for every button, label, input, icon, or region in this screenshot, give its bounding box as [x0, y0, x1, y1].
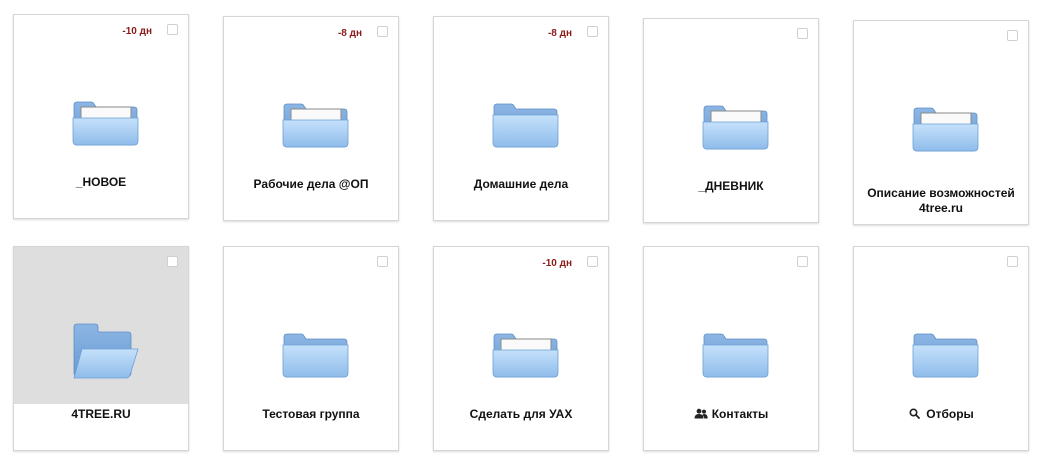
folder-title-text: _ДНЕВНИК — [698, 179, 764, 193]
folder-card[interactable]: Описание возможностей 4tree.ru — [853, 20, 1029, 225]
contacts-icon — [694, 408, 708, 419]
folder-card[interactable]: 4TREE.RU — [13, 246, 189, 451]
select-checkbox[interactable] — [1007, 256, 1018, 267]
folder-card[interactable]: -8 дн Домашние дела — [433, 16, 609, 221]
folder-title: Тестовая группа — [230, 407, 392, 422]
folder-with-paper-icon — [282, 89, 350, 149]
folder-with-paper-icon — [72, 87, 140, 147]
folder-with-paper-icon — [912, 93, 980, 153]
due-days-badge: -8 дн — [547, 28, 572, 39]
due-days-badge: -10 дн — [122, 26, 152, 37]
folder-title-text: Сделать для УАХ — [469, 407, 573, 421]
select-checkbox[interactable] — [797, 256, 808, 267]
folder-card[interactable]: -8 дн Рабочие дела @ОП — [223, 16, 399, 221]
folder-card[interactable]: Отборы — [853, 246, 1029, 451]
folder-title: Домашние дела — [440, 177, 602, 192]
folder-title: _НОВОЕ — [20, 175, 182, 190]
folder-card[interactable]: Контакты — [643, 246, 819, 451]
folder-title: 4TREE.RU — [20, 407, 182, 422]
select-checkbox[interactable] — [797, 28, 808, 39]
folder-title: Сделать для УАХ — [440, 407, 602, 422]
folder-title: Отборы — [860, 407, 1022, 422]
folder-title-text: Отборы — [926, 407, 974, 421]
folder-title: Описание возможностей 4tree.ru — [860, 186, 1022, 216]
select-checkbox[interactable] — [587, 256, 598, 267]
folder-title-text: Рабочие дела @ОП — [253, 177, 369, 191]
due-days-badge: -10 дн — [542, 258, 572, 269]
folder-with-paper-icon — [702, 91, 770, 151]
folder-title-text: Контакты — [711, 407, 769, 421]
folder-card[interactable]: -10 дн Сделать для УАХ — [433, 246, 609, 451]
folder-title-text: Тестовая группа — [262, 407, 360, 421]
select-checkbox[interactable] — [167, 256, 178, 267]
folder-icon — [492, 89, 560, 149]
select-checkbox[interactable] — [377, 256, 388, 267]
folder-card[interactable]: _ДНЕВНИК — [643, 18, 819, 223]
folder-icon — [282, 319, 350, 379]
select-checkbox[interactable] — [587, 26, 598, 37]
folder-card[interactable]: -10 дн _НОВОЕ — [13, 14, 189, 219]
open-folder-icon — [72, 319, 140, 379]
search-icon — [908, 408, 922, 419]
folder-title-text: _НОВОЕ — [75, 175, 127, 189]
due-days-badge: -8 дн — [337, 28, 362, 39]
folder-title-text: Домашние дела — [473, 177, 569, 191]
select-checkbox[interactable] — [1007, 30, 1018, 41]
folder-with-paper-icon — [492, 319, 560, 379]
folder-title-text: Описание возможностей 4tree.ru — [867, 186, 1015, 215]
folder-title: Рабочие дела @ОП — [230, 177, 392, 192]
folder-icon — [912, 319, 980, 379]
select-checkbox[interactable] — [167, 24, 178, 35]
folder-title-text: 4TREE.RU — [71, 407, 131, 421]
folder-title: _ДНЕВНИК — [650, 179, 812, 194]
folder-icon — [702, 319, 770, 379]
select-checkbox[interactable] — [377, 26, 388, 37]
folder-title: Контакты — [650, 407, 812, 422]
folder-card[interactable]: Тестовая группа — [223, 246, 399, 451]
